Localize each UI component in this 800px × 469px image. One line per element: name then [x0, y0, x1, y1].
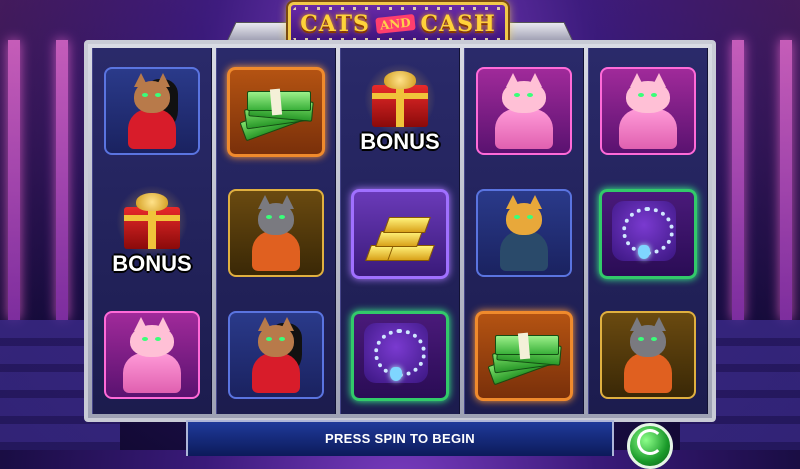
logo-word-cats: CATS [300, 11, 370, 37]
reel-4 [464, 48, 584, 414]
symbol-boss-cat [598, 303, 698, 403]
spin-arrow-icon [637, 429, 663, 455]
gift-box-icon [372, 71, 428, 127]
bonus-label: BONUS [360, 129, 440, 154]
logo-word-cash: CASH [420, 11, 496, 37]
message-bar: PRESS SPIN TO BEGIN [186, 420, 614, 456]
fluffy-pink-cat-icon [618, 69, 678, 151]
status-message: PRESS SPIN TO BEGIN [325, 431, 475, 446]
female-cat-icon [246, 313, 306, 395]
reel-1: BONUS [92, 48, 212, 414]
cash-stack-icon [239, 88, 314, 142]
gold-bars-icon [365, 211, 435, 261]
symbol-boss-cat [226, 181, 326, 281]
boss-cat-icon [618, 313, 678, 395]
neon-pillar [732, 40, 744, 320]
symbol-diamond-necklace [598, 181, 698, 281]
symbol-fluffy-pink-cat [598, 59, 698, 159]
reel-2 [216, 48, 336, 414]
fluffy-pink-cat-icon [494, 69, 554, 151]
ginger-cat-icon [494, 191, 554, 273]
reel-5 [588, 48, 708, 414]
bonus-label: BONUS [112, 251, 192, 276]
symbol-diamond-necklace [350, 303, 450, 403]
neon-pillar [8, 40, 20, 320]
symbol-female-cat [102, 59, 202, 159]
logo-word-and: AND [375, 14, 416, 34]
symbol-cash-stack [226, 59, 326, 159]
cash-stack-icon [487, 332, 562, 386]
symbol-bonus-gift: BONUS [350, 59, 450, 159]
diamond-necklace-icon [364, 323, 428, 383]
neon-pillar [780, 40, 792, 320]
symbol-ginger-cat [474, 181, 574, 281]
gift-box-icon [124, 193, 180, 249]
symbol-bonus-gift: BONUS [102, 181, 202, 281]
reel-frame: BONUS BONUS [84, 40, 716, 422]
symbol-fluffy-pink-cat [102, 303, 202, 403]
symbol-female-cat [226, 303, 326, 403]
female-cat-icon [122, 69, 182, 151]
symbol-fluffy-pink-cat [474, 59, 574, 159]
spin-button[interactable] [627, 423, 673, 469]
reels-grid: BONUS BONUS [92, 48, 708, 414]
neon-pillar [56, 40, 68, 320]
boss-cat-icon [246, 191, 306, 273]
diamond-necklace-icon [612, 201, 676, 261]
fluffy-pink-cat-icon [122, 313, 182, 395]
reel-3: BONUS [340, 48, 460, 414]
symbol-gold-bars [350, 181, 450, 281]
symbol-cash-stack [474, 303, 574, 403]
